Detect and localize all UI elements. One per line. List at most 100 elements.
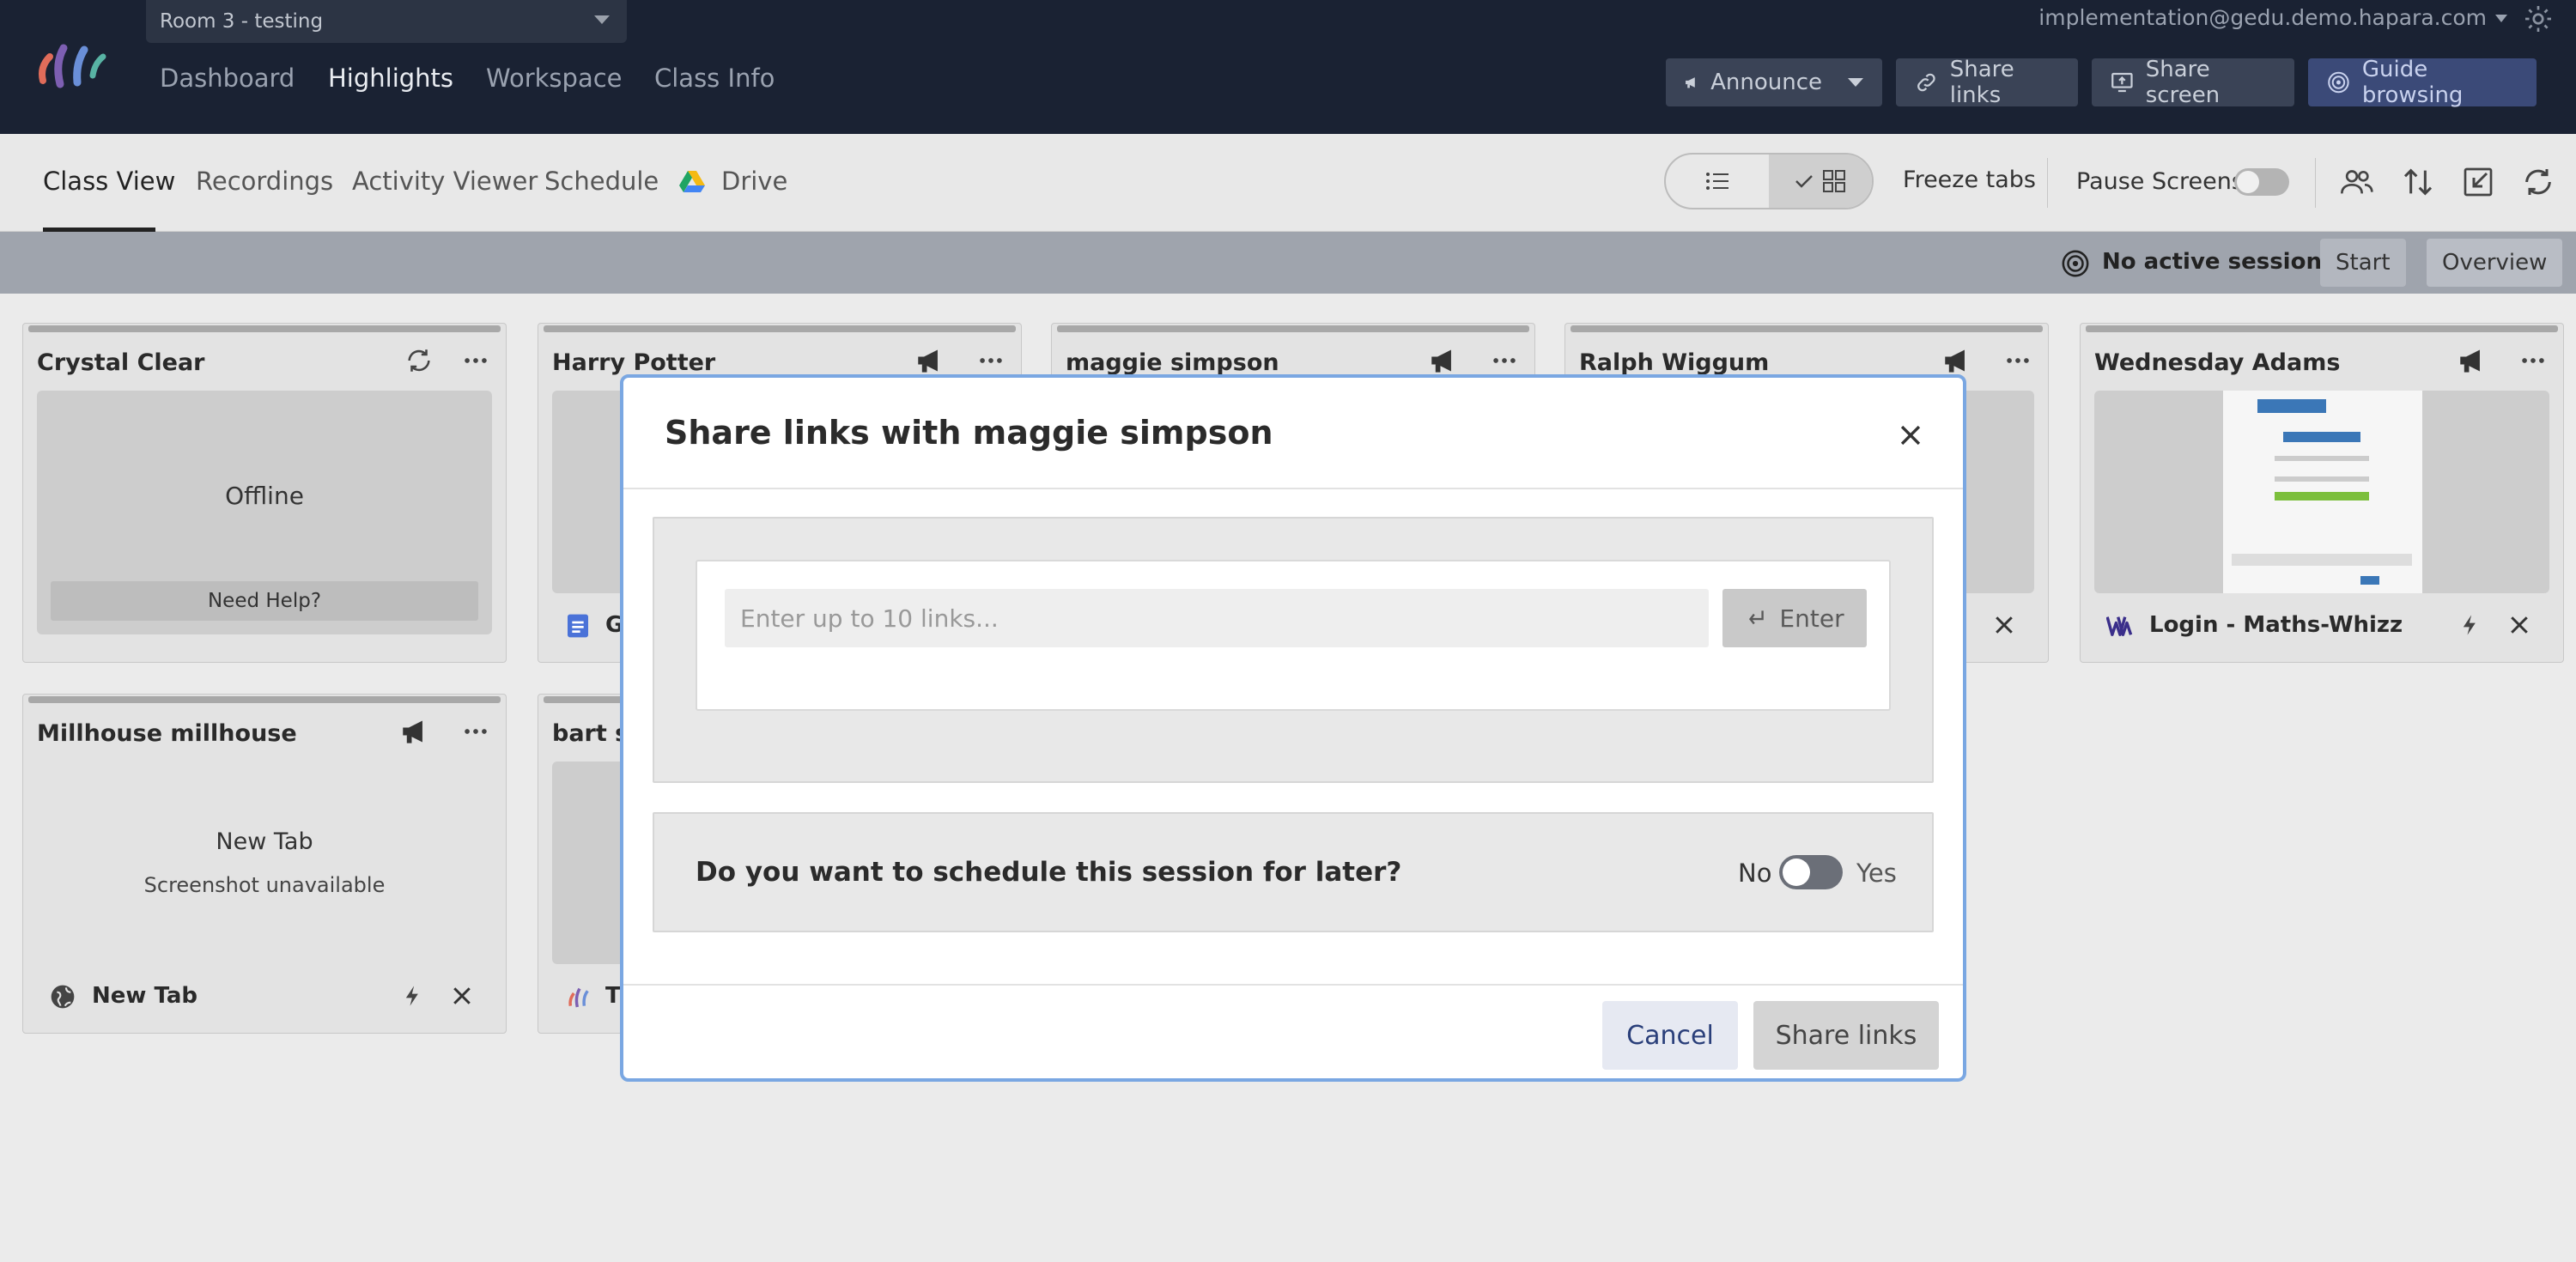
share-screen-label: Share screen [2145,57,2221,108]
maths-whizz-logo-icon [2106,616,2133,636]
user-email[interactable]: implementation@gedu.demo.hapara.com [2038,5,2487,30]
tab-name: New Tab [216,828,313,855]
more-icon[interactable] [461,346,490,375]
start-session-button[interactable]: Start [2320,239,2406,287]
more-icon[interactable] [2003,346,2032,375]
offline-status: Offline [225,482,304,510]
megaphone-icon[interactable] [1430,346,1459,375]
pause-screens-toggle[interactable] [2234,168,2289,196]
chevron-down-icon [594,15,610,24]
links-panel: Enter [653,517,1934,783]
more-icon[interactable] [2518,346,2548,375]
freeze-tabs-button[interactable]: Freeze tabs [1903,167,2036,193]
share-links-button[interactable]: Share links [1753,1001,1939,1070]
tab-title[interactable]: T [605,983,621,1009]
tab-title[interactable]: Login - Maths-Whizz [2149,612,2403,638]
lightning-icon[interactable] [401,983,425,1009]
start-label: Start [2336,250,2391,276]
schedule-no-label: No [1738,859,1772,888]
grid-view-button[interactable] [1769,155,1872,208]
close-icon[interactable] [449,983,475,1009]
gear-icon[interactable] [2523,3,2554,34]
megaphone-icon[interactable] [916,346,945,375]
share-screen-button[interactable]: Share screen [2092,57,2294,108]
more-icon[interactable] [976,346,1005,375]
globe-icon [51,985,75,1009]
tab-class-view[interactable]: Class View [43,167,175,196]
tab-activity-viewer[interactable]: Activity Viewer [352,167,538,196]
enter-icon [1749,610,1765,625]
google-docs-icon [568,614,588,638]
student-name: Harry Potter [552,349,716,376]
link-icon [1917,73,1935,92]
divider [2315,158,2316,208]
users-icon[interactable] [2339,165,2373,199]
guide-browsing-button[interactable]: Guide browsing [2308,57,2537,108]
divider [623,984,1963,986]
nav-class-info[interactable]: Class Info [654,64,775,93]
megaphone-icon[interactable] [401,717,430,746]
session-bar: No active sessions Start Overview [0,232,2576,294]
sort-icon[interactable] [2401,165,2435,199]
lightning-icon[interactable] [2458,612,2482,638]
card-top-bar [28,325,501,332]
room-select[interactable]: Room 3 - testing [146,0,627,43]
more-icon[interactable] [1490,346,1519,375]
nav-dashboard[interactable]: Dashboard [160,64,295,93]
card-top-bar [544,325,1016,332]
more-icon[interactable] [461,717,490,746]
chevron-down-icon [1848,78,1863,87]
links-input-box: Enter [696,560,1891,711]
tab-recordings[interactable]: Recordings [196,167,333,196]
card-top-bar [2086,325,2558,332]
hapara-logo-icon [568,987,589,1008]
close-icon[interactable] [1896,421,1925,450]
schedule-question: Do you want to schedule this session for… [696,857,1402,888]
schedule-panel: Do you want to schedule this session for… [653,812,1934,932]
student-card[interactable]: Millhouse millhouse New Tab Screenshot u… [22,694,507,1034]
target-icon [2328,71,2349,94]
need-help-button[interactable]: Need Help? [51,581,478,621]
cancel-label: Cancel [1626,1020,1714,1051]
divider [623,488,1963,489]
announce-button[interactable]: Announce [1666,58,1882,106]
nav-workspace[interactable]: Workspace [486,64,623,93]
sub-navigation: Class View Recordings Activity Viewer Sc… [0,134,2576,232]
screen-preview: New Tab Screenshot unavailable [37,761,492,964]
announce-label: Announce [1710,70,1822,95]
close-icon[interactable] [2506,612,2532,638]
links-input[interactable] [725,589,1709,647]
close-icon[interactable] [1991,612,2017,638]
session-status: No active sessions [2102,249,2336,275]
student-card[interactable]: Wednesday Adams Login - Maths-Whizz [2080,323,2564,663]
student-name: Ralph Wiggum [1579,349,1770,376]
share-label: Share links [1775,1020,1917,1051]
tab-drive[interactable]: Drive [721,167,787,196]
schedule-toggle[interactable] [1779,855,1843,889]
target-icon [2062,250,2089,277]
refresh-icon[interactable] [404,346,434,375]
tab-title[interactable]: New Tab [92,983,197,1009]
cancel-button[interactable]: Cancel [1602,1001,1738,1070]
share-links-top-button[interactable]: Share links [1896,57,2078,108]
list-view-button[interactable] [1666,155,1769,208]
student-name: Millhouse millhouse [37,720,297,747]
megaphone-icon[interactable] [2458,346,2488,375]
nav-highlights[interactable]: Highlights [328,64,453,93]
schedule-yes-label: Yes [1856,859,1897,888]
card-top-bar [1057,325,1529,332]
student-name: Wednesday Adams [2094,349,2341,376]
share-links-dialog: Share links with maggie simpson Enter Do… [620,374,1966,1082]
view-toggle[interactable] [1664,153,1874,209]
student-card[interactable]: Crystal Clear Offline Need Help? [22,323,507,663]
enter-button[interactable]: Enter [1722,589,1867,647]
minimize-icon[interactable] [2461,165,2495,199]
room-select-label: Room 3 - testing [160,10,324,33]
pause-screens-label: Pause Screens [2076,168,2244,195]
tab-schedule[interactable]: Schedule [544,167,659,196]
overview-button[interactable]: Overview [2427,239,2563,287]
chevron-down-icon[interactable] [2495,15,2507,22]
refresh-icon[interactable] [2521,165,2555,199]
megaphone-icon [1686,77,1695,88]
megaphone-icon[interactable] [1943,346,1972,375]
